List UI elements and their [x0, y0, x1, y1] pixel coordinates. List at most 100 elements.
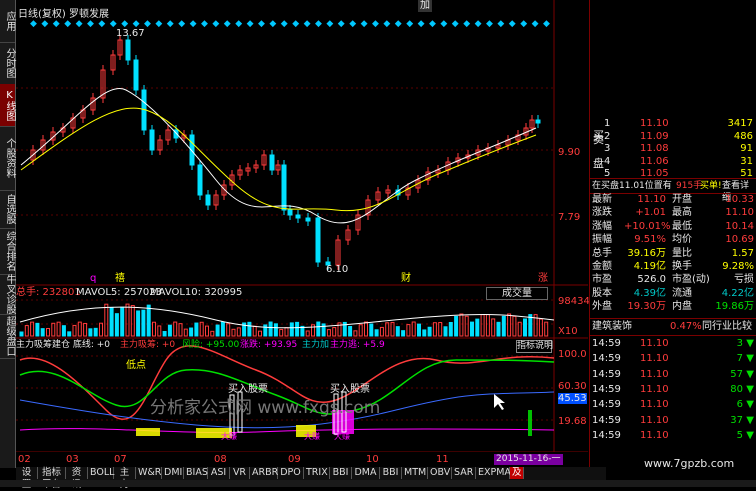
- ind-label-n1: 大赚: [221, 432, 237, 441]
- volume-bar: [72, 324, 77, 337]
- sidebar-tab-2[interactable]: K线图: [0, 84, 15, 127]
- diamond-icon: ◆: [543, 19, 550, 29]
- indicator-main-buy: 主力吸筹: +0: [120, 340, 176, 350]
- indicator-tab[interactable]: DMA: [352, 467, 380, 479]
- sidebar-tab-5[interactable]: 综合排名: [0, 228, 15, 275]
- volume-axis-unit: X10: [558, 326, 578, 337]
- add-button[interactable]: 加: [418, 0, 432, 12]
- volume-bar: [485, 314, 490, 337]
- indicator-tab[interactable]: BBI: [330, 467, 352, 479]
- sidebar-tab-6[interactable]: 牛叉诊股: [0, 274, 15, 315]
- indicator-tab[interactable]: DMI: [162, 467, 184, 479]
- diamond-icon: ◆: [190, 19, 197, 29]
- down-arrow-icon: ▼: [746, 338, 754, 349]
- indicator-rise: 涨跌: +93.95: [240, 340, 298, 350]
- diamond-icon: ◆: [281, 19, 288, 29]
- volume-bar: [289, 322, 294, 337]
- indicator-tab[interactable]: BOLL: [88, 467, 114, 479]
- down-arrow-icon: ▼: [746, 353, 754, 365]
- order-book-row[interactable]: 1 11.10 3417: [590, 118, 756, 130]
- sidebar-tab-0[interactable]: 应用: [0, 0, 15, 43]
- indicator-tab[interactable]: ASI: [208, 467, 230, 479]
- date-tag: 2015-11-16-一: [494, 454, 563, 465]
- indicator-tab[interactable]: VR: [230, 467, 250, 479]
- tick-row: 14:59 11.10 3 ▼: [592, 338, 754, 349]
- volume-bar: [464, 315, 469, 337]
- indicator-tab[interactable]: ARBR: [250, 467, 278, 479]
- sector-compare-link[interactable]: 同行业比较: [702, 321, 752, 333]
- volume-bar: [56, 321, 61, 337]
- volume-bar: [162, 330, 167, 337]
- order-book-row[interactable]: 3 11.08 91: [590, 143, 756, 155]
- volume-bar: [24, 325, 29, 337]
- indicator-tab[interactable]: 设置: [16, 467, 38, 490]
- price-axis-2: 7.79: [558, 212, 581, 223]
- indicator-tabs: 设置指标平台资讯BOLL主力W&RDMIBIASASIVRARBRDPOTRIX…: [16, 467, 606, 490]
- diamond-icon: ◆: [167, 19, 174, 29]
- indicator-tab[interactable]: BBI: [380, 467, 402, 479]
- indicator-tab[interactable]: TRIX: [304, 467, 330, 479]
- indicator-tab[interactable]: OBV: [428, 467, 452, 479]
- diamond-icon: ◆: [418, 19, 425, 29]
- indicator-tab[interactable]: 指标平台: [38, 467, 66, 490]
- order-book-row[interactable]: 4 11.06 31: [590, 156, 756, 168]
- indicator-main-add: 主力加: [302, 340, 330, 350]
- sector-row[interactable]: 建筑装饰 0.47% 同行业比较: [590, 321, 756, 333]
- volume-bar: [40, 328, 45, 337]
- volume-mavol10: MAVOL10: 320995: [150, 287, 243, 298]
- volume-bar: [77, 321, 82, 337]
- indicator-tab[interactable]: BIAS: [184, 467, 208, 479]
- status-line[interactable]: 在买盘11.01位置有 915手 买单! 查看详细: [590, 180, 756, 203]
- sidebar-tab-3[interactable]: 个股资料: [0, 126, 15, 191]
- indicator-tab[interactable]: SAR: [452, 467, 476, 479]
- indicator-tab[interactable]: EXPMA: [476, 467, 511, 479]
- sidebar-tab-1[interactable]: 分时图: [0, 42, 15, 85]
- high-price-label: 13.67: [116, 28, 145, 39]
- indicator-tab[interactable]: 资讯: [66, 467, 88, 490]
- volume-bar: [236, 327, 241, 337]
- diamond-icon: ◆: [155, 19, 162, 29]
- volume-bar: [496, 321, 501, 337]
- diamond-icon: ◆: [53, 19, 60, 29]
- candle: [125, 39, 131, 61]
- down-arrow-icon: ▼: [746, 368, 754, 380]
- volume-bar: [475, 318, 480, 337]
- indicator-tab[interactable]: DPO: [278, 467, 304, 479]
- kline-chart-svg[interactable]: ◆ ◆ ◆ ◆ ◆ ◆ ◆ ◆ ◆ ◆ ◆ ◆ ◆ ◆ ◆ ◆ ◆ ◆ ◆ ◆ ◆ ◆ ◆ ◆ ◆ ◆ ◆ ◆ ◆ ◆ ◆ ◆ ◆ ◆ ◆ ◆ ◆ ◆ ◆ ◆…: [16, 0, 588, 452]
- volume-bar: [189, 327, 194, 337]
- stat-row: 外盘 19.30万 内盘 19.86万: [592, 301, 754, 313]
- volume-bar: [427, 326, 432, 337]
- diamond-icon: ◆: [235, 19, 242, 29]
- volume-dropdown[interactable]: 成交量: [486, 287, 548, 300]
- stat-row: 金额 4.19亿 换手 9.28%: [592, 261, 754, 272]
- stat-row: 涨跌 +1.01 最高 11.10: [592, 207, 754, 219]
- indicator-tab[interactable]: W&R: [136, 467, 162, 479]
- volume-bar: [109, 307, 114, 337]
- diamond-icon: ◆: [509, 19, 516, 29]
- ind-label-buy1: 买入股票: [228, 384, 268, 395]
- volume-bar: [125, 303, 130, 337]
- volume-bar: [258, 330, 262, 337]
- order-book-row[interactable]: 2 11.09 486: [590, 131, 756, 143]
- diamond-icon: ◆: [486, 19, 493, 29]
- volume-axis-top: 98434: [558, 296, 590, 307]
- indicator-tab[interactable]: MTM: [402, 467, 428, 479]
- marker-b: 禧: [115, 273, 125, 284]
- volume-bar: [93, 327, 98, 337]
- marker-d: 涨: [538, 273, 548, 284]
- tick-row: 14:59 11.10 6 ▼: [592, 399, 754, 411]
- volume-bar: [167, 324, 172, 337]
- indicator-explain-button[interactable]: 指标说明: [516, 340, 553, 353]
- volume-bar: [491, 318, 496, 337]
- sidebar-tab-4[interactable]: 自选股: [0, 190, 15, 229]
- volume-bar: [83, 322, 88, 337]
- chart-area[interactable]: ◆ ◆ ◆ ◆ ◆ ◆ ◆ ◆ ◆ ◆ ◆ ◆ ◆ ◆ ◆ ◆ ◆ ◆ ◆ ◆ ◆ ◆ ◆ ◆ ◆ ◆ ◆ ◆ ◆ ◆ ◆ ◆ ◆ ◆ ◆ ◆ ◆ ◆ ◆ ◆…: [16, 0, 590, 465]
- quote-stats: 最新 11.10 开盘 10.33 涨跌 +1.01 最高 11.10 涨幅 +10.01% 最低 1…: [590, 194, 756, 314]
- indicator-tab[interactable]: 主力: [114, 467, 136, 490]
- diamond-icon: ◆: [497, 19, 504, 29]
- stat-row: 股本 4.39亿 流通 4.22亿: [592, 287, 754, 299]
- volume-bar: [316, 321, 321, 337]
- indicator-tab[interactable]: 及: [510, 467, 524, 479]
- x-axis-10: 10: [366, 454, 379, 465]
- sidebar-tab-7[interactable]: 超级盘口: [0, 314, 15, 359]
